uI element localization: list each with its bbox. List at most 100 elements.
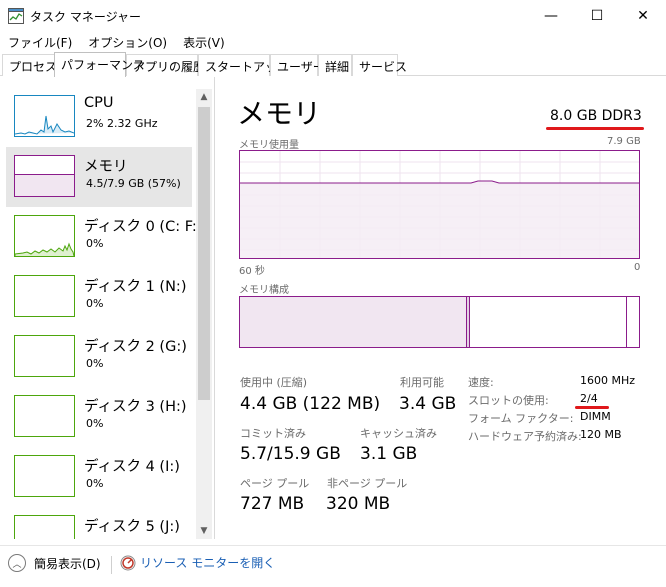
memory-composition-bar: [239, 296, 640, 348]
tab-details[interactable]: 詳細: [318, 54, 352, 76]
committed-label: コミット済み: [240, 427, 306, 440]
sidebar-item-value: 2% 2.32 GHz: [86, 117, 158, 130]
sidebar-item-disk-0[interactable]: ディスク 0 (C: F:) 0%: [6, 207, 202, 267]
disk-thumbnail: [14, 275, 75, 317]
sidebar-item-label: CPU: [84, 95, 114, 111]
sidebar-item-disk-5[interactable]: ディスク 5 (J:): [6, 507, 192, 539]
resource-list: CPU 2% 2.32 GHz メモリ 4.5/7.9 GB (57%) ディス…: [0, 77, 212, 539]
fewer-details-label: 簡易表示(D): [34, 556, 101, 571]
sidebar-item-value: 0%: [86, 417, 104, 430]
scroll-up-icon[interactable]: ▲: [196, 89, 212, 105]
sidebar-item-memory[interactable]: メモリ 4.5/7.9 GB (57%): [6, 147, 192, 207]
available-value: 3.4 GB: [399, 394, 457, 414]
highlight-underline: [575, 406, 609, 409]
disk-thumbnail: [14, 215, 75, 257]
fewer-details-button[interactable]: ︿ 簡易表示(D): [8, 554, 101, 572]
footer-bar: ︿ 簡易表示(D) リソース モニターを開く: [0, 545, 666, 587]
menu-view[interactable]: 表示(V): [175, 32, 233, 52]
sidebar-item-label: ディスク 2 (G:): [84, 339, 187, 355]
paged-pool-value: 727 MB: [240, 494, 305, 514]
sidebar-item-disk-4[interactable]: ディスク 4 (I:) 0%: [6, 447, 192, 507]
menu-bar: ファイル(F) オプション(O) 表示(V): [0, 32, 233, 52]
open-resource-monitor-link[interactable]: リソース モニターを開く: [120, 554, 275, 571]
close-button[interactable]: ✕: [620, 0, 666, 32]
memory-usage-area: [240, 181, 639, 258]
speed-label: 速度:: [468, 376, 494, 389]
memory-spec: 8.0 GB DDR3: [550, 108, 642, 124]
composition-standby: [471, 297, 627, 347]
minimize-icon: —: [544, 8, 558, 24]
memory-thumbnail: [14, 155, 75, 197]
in-use-value: 4.4 GB (122 MB): [240, 394, 381, 414]
tab-processes[interactable]: プロセス: [2, 54, 57, 76]
available-label: 利用可能: [400, 376, 444, 389]
paged-pool-label: ページ プール: [240, 477, 310, 490]
maximize-icon: ☐: [590, 8, 604, 24]
minimize-button[interactable]: —: [528, 0, 574, 32]
usage-graph-time-axis: 60 秒: [239, 266, 265, 277]
sidebar-item-value: 0%: [86, 477, 104, 490]
sidebar-item-disk-3[interactable]: ディスク 3 (H:) 0%: [6, 387, 192, 447]
committed-value: 5.7/15.9 GB: [240, 444, 341, 464]
cpu-thumbnail: [14, 95, 75, 137]
disk-thumbnail: [14, 515, 75, 539]
speed-value: 1600 MHz: [580, 374, 636, 387]
disk-thumbnail: [14, 335, 75, 377]
cached-value: 3.1 GB: [360, 444, 418, 464]
chevron-up-icon: ︿: [8, 554, 26, 572]
slots-used-value: 2/4: [580, 392, 598, 405]
slots-used-label: スロットの使用:: [468, 394, 549, 407]
form-factor-label: フォーム ファクター:: [468, 412, 574, 425]
hardware-reserved-label: ハードウェア予約済み:: [468, 430, 582, 443]
sidebar-item-disk-1[interactable]: ディスク 1 (N:) 0%: [6, 267, 192, 327]
tab-performance[interactable]: パフォーマンス: [54, 52, 145, 77]
maximize-button[interactable]: ☐: [574, 0, 620, 32]
sidebar-item-label: ディスク 1 (N:): [84, 279, 187, 295]
sidebar-item-value: 4.5/7.9 GB (57%): [86, 177, 181, 190]
usage-graph-max: 7.9 GB: [607, 136, 641, 147]
panel-divider[interactable]: [214, 77, 215, 539]
memory-usage-graph: [239, 150, 640, 259]
scroll-down-icon[interactable]: ▼: [196, 523, 212, 539]
close-icon: ✕: [637, 8, 649, 24]
composition-modified: [467, 297, 470, 347]
sidebar-item-value: 0%: [86, 237, 104, 250]
usage-graph-label: メモリ使用量: [239, 140, 299, 151]
tab-services[interactable]: サービス: [352, 54, 407, 76]
page-title: メモリ: [237, 97, 322, 130]
footer-divider: [111, 556, 112, 574]
sidebar-item-value: 0%: [86, 297, 104, 310]
disk-thumbnail: [14, 455, 75, 497]
sidebar-item-value: 0%: [86, 357, 104, 370]
disk-thumbnail: [14, 395, 75, 437]
window-title: タスク マネージャー: [30, 10, 141, 24]
tab-bar: プロセス パフォーマンス アプリの履歴 スタートアップ ユーザー 詳細 サービス: [0, 52, 666, 77]
usage-graph-zero: 0: [634, 262, 641, 273]
title-bar: タスク マネージャー — ☐ ✕: [0, 0, 666, 32]
scroll-thumb[interactable]: [198, 107, 210, 400]
composition-in-use: [240, 297, 467, 347]
composition-label: メモリ構成: [239, 285, 289, 296]
resource-monitor-label: リソース モニターを開く: [140, 556, 276, 570]
sidebar-item-label: ディスク 4 (I:): [84, 459, 180, 475]
sidebar-item-label: ディスク 3 (H:): [84, 399, 187, 415]
menu-file[interactable]: ファイル(F): [0, 32, 80, 52]
sidebar-item-cpu[interactable]: CPU 2% 2.32 GHz: [6, 87, 192, 147]
memory-usage-chart: [240, 151, 639, 258]
tab-startup[interactable]: スタートアップ: [198, 54, 289, 76]
in-use-label: 使用中 (圧縮): [240, 376, 308, 389]
nonpaged-pool-value: 320 MB: [326, 494, 391, 514]
sidebar-item-label: ディスク 5 (J:): [84, 519, 180, 535]
task-manager-icon: [8, 8, 24, 24]
form-factor-value: DIMM: [580, 410, 611, 423]
tab-users[interactable]: ユーザー: [270, 54, 325, 76]
cached-label: キャッシュ済み: [360, 427, 437, 440]
sidebar-item-disk-2[interactable]: ディスク 2 (G:) 0%: [6, 327, 192, 387]
hardware-reserved-value: 120 MB: [580, 428, 622, 441]
highlight-underline: [546, 127, 644, 130]
nonpaged-pool-label: 非ページ プール: [327, 477, 408, 490]
resource-monitor-icon: [120, 555, 136, 570]
sidebar-scrollbar[interactable]: ▲ ▼: [196, 89, 212, 539]
sidebar-item-label: ディスク 0 (C: F:): [84, 219, 203, 235]
menu-options[interactable]: オプション(O): [80, 32, 175, 52]
